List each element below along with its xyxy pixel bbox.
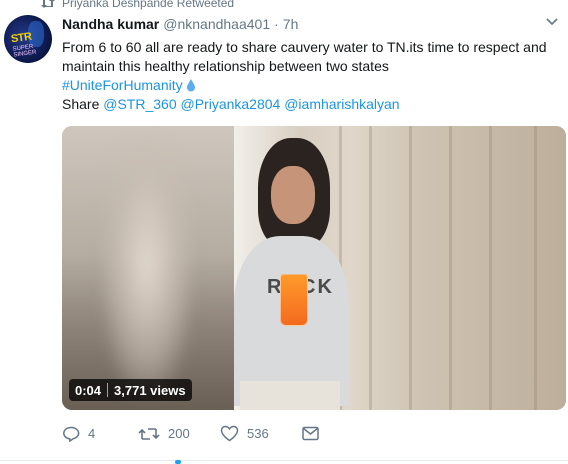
share-line: Share @STR_360 @Priyanka2804 @iamharishk… (62, 95, 552, 114)
tweet-text: From 6 to 60 all are ready to share cauv… (62, 38, 552, 114)
tweet-text-line: maintain this healthy relationship betwe… (62, 58, 389, 74)
separator-dot: · (274, 16, 279, 32)
retweet-count: 200 (168, 426, 190, 441)
envelope-icon (302, 426, 319, 441)
mention-link[interactable]: @Priyanka2804 (181, 96, 281, 112)
juice-glass (280, 274, 308, 326)
share-label: Share (62, 96, 100, 112)
reply-button[interactable]: 4 (62, 426, 138, 442)
hashtag-line: #UniteForHumanity (62, 76, 552, 95)
divider (0, 460, 568, 461)
hashtag-link[interactable]: #UniteForHumanity (62, 77, 183, 93)
like-button[interactable]: 536 (220, 425, 302, 442)
reply-icon (63, 426, 80, 442)
badge-divider (107, 383, 109, 397)
chevron-down-icon[interactable] (546, 18, 558, 26)
video-player[interactable]: ROCK 0:04 3,771 views (62, 126, 566, 410)
tweet-time[interactable]: 7h (283, 16, 299, 32)
heart-icon (220, 425, 239, 442)
tweet-header: Nandha kumar @nknandhaa401 · 7h (62, 16, 298, 32)
author-name[interactable]: Nandha kumar (62, 16, 159, 32)
retweet-icon (41, 0, 55, 8)
author-handle[interactable]: @nknandhaa401 (163, 16, 270, 32)
tweet-actions: 4 200 536 (62, 425, 319, 442)
retweet-notice: Priyanka Deshpande Retweeted (40, 0, 234, 11)
video-duration: 0:04 (75, 382, 102, 398)
next-tweet-indicator (175, 460, 181, 464)
reply-count: 4 (88, 426, 96, 441)
avatar[interactable]: STR SUPER SINGER (4, 15, 52, 63)
mention-link[interactable]: @STR_360 (103, 96, 176, 112)
retweet-notice-text[interactable]: Priyanka Deshpande Retweeted (62, 0, 234, 10)
video-subject-shorts (240, 381, 340, 410)
droplet-icon (186, 79, 195, 92)
retweet-icon (138, 427, 160, 440)
video-frame-blur (62, 126, 234, 410)
like-count: 536 (247, 426, 269, 441)
tweet-text-line: From 6 to 60 all are ready to share cauv… (62, 39, 547, 55)
video-views: 3,771 views (114, 382, 186, 398)
video-subject-face (271, 166, 315, 224)
mention-link[interactable]: @iamharishkalyan (284, 96, 399, 112)
retweet-button[interactable]: 200 (138, 426, 220, 441)
video-info-badge: 0:04 3,771 views (69, 379, 192, 401)
message-button[interactable] (302, 426, 319, 441)
